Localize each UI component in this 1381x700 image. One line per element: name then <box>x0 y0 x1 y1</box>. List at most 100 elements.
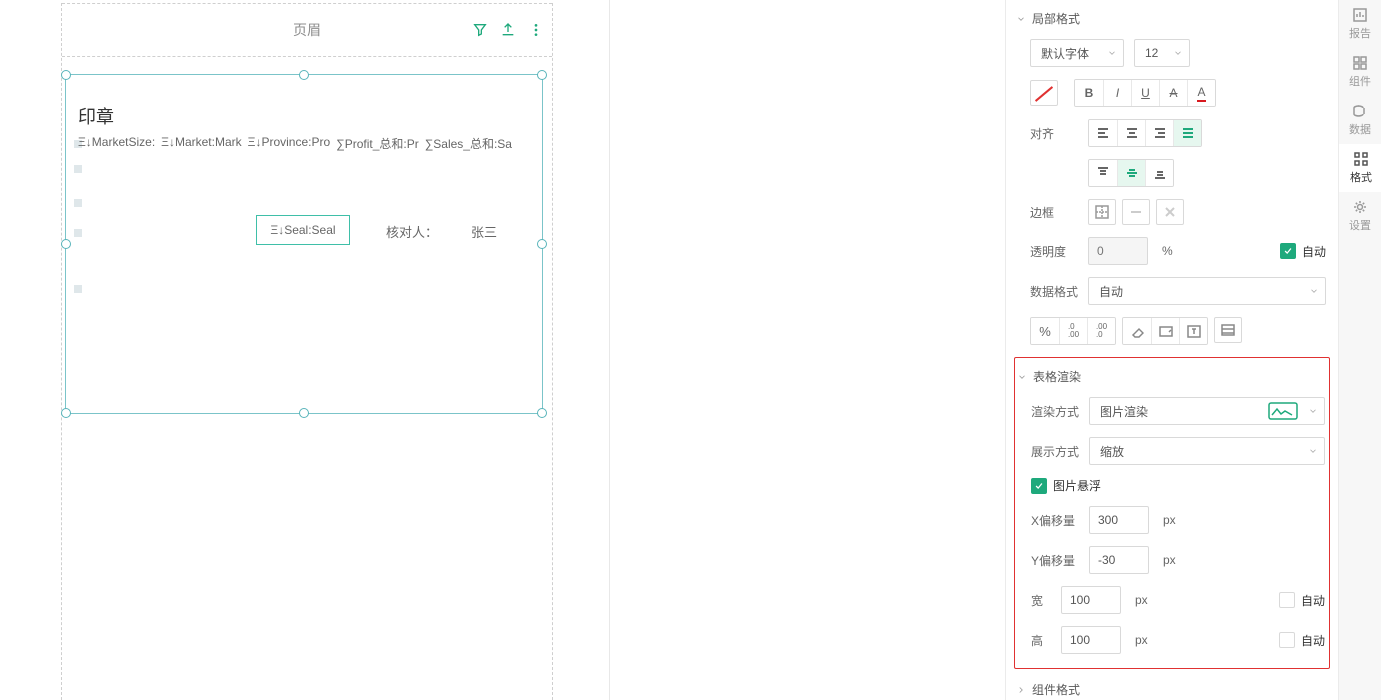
resize-handle-ne[interactable] <box>537 70 547 80</box>
border-color-button[interactable] <box>1156 199 1184 225</box>
rail-tab-component[interactable]: 组件 <box>1339 48 1381 96</box>
page-header-zone[interactable]: 页眉 <box>62 3 552 57</box>
format-group-b <box>1122 317 1208 345</box>
render-mode-select[interactable]: 图片渲染 <box>1089 397 1325 425</box>
height-auto-checkbox[interactable]: 自动 <box>1279 632 1325 649</box>
resize-handle-s[interactable] <box>299 408 309 418</box>
export-icon[interactable] <box>498 20 518 40</box>
width-auto-label: 自动 <box>1301 592 1325 609</box>
text-style-group: B I U A A <box>1074 79 1216 107</box>
field-chip[interactable]: ∑Profit_总和:Pr <box>336 135 419 152</box>
align-center-button[interactable] <box>1117 120 1145 146</box>
float-image-label: 图片悬浮 <box>1053 477 1101 494</box>
height-label: 高 <box>1031 632 1051 649</box>
h-align-group <box>1088 119 1202 147</box>
chevron-down-icon <box>1017 372 1027 382</box>
px-unit: px <box>1135 593 1148 607</box>
x-offset-row: X偏移量 px <box>1015 500 1329 540</box>
seal-cell-label: Ξ↓Seal:Seal <box>270 223 335 237</box>
section-label: 表格渲染 <box>1033 368 1081 385</box>
field-chip[interactable]: ∑Sales_总和:Sa <box>425 135 512 152</box>
width-input[interactable] <box>1061 586 1121 614</box>
border-style-button[interactable] <box>1122 199 1150 225</box>
checkbox-unchecked-icon <box>1279 632 1295 648</box>
valign-middle-button[interactable] <box>1117 160 1145 186</box>
chevron-right-icon <box>1016 685 1026 695</box>
font-size-value: 12 <box>1145 46 1158 60</box>
resize-handle-n[interactable] <box>299 70 309 80</box>
row-marker <box>74 229 82 237</box>
chevron-down-icon <box>1308 446 1318 456</box>
component-selection-frame[interactable]: 印章 Ξ↓MarketSize: Ξ↓Market:Mark Ξ↓Provinc… <box>65 74 543 414</box>
align-row: 对齐 <box>1014 113 1330 153</box>
y-offset-input[interactable] <box>1089 546 1149 574</box>
height-input[interactable] <box>1061 626 1121 654</box>
more-dots-icon[interactable] <box>526 20 546 40</box>
table-format-button[interactable] <box>1214 317 1242 343</box>
x-offset-label: X偏移量 <box>1031 512 1079 529</box>
strikethrough-button[interactable]: A <box>1159 80 1187 106</box>
chevron-down-icon <box>1016 14 1026 24</box>
seal-cell[interactable]: Ξ↓Seal:Seal <box>256 215 350 245</box>
increase-decimal-button[interactable]: .0.00 <box>1059 318 1087 344</box>
opacity-input[interactable] <box>1088 237 1148 265</box>
data-format-row: 数据格式 自动 <box>1014 271 1330 311</box>
valign-bottom-button[interactable] <box>1145 160 1173 186</box>
font-family-select[interactable]: 默认字体 <box>1030 39 1124 67</box>
eraser-icon[interactable] <box>1123 318 1151 344</box>
align-label: 对齐 <box>1030 125 1078 142</box>
rail-tab-report[interactable]: 报告 <box>1339 0 1381 48</box>
valign-top-button[interactable] <box>1089 160 1117 186</box>
bold-button[interactable]: B <box>1075 80 1103 106</box>
field-chip[interactable]: Ξ↓Market:Mark <box>161 135 241 152</box>
height-row: 高 px 自动 <box>1015 620 1329 660</box>
opacity-row: 透明度 % 自动 <box>1014 231 1330 271</box>
verifier-name: 张三 <box>471 222 497 241</box>
header-actions <box>470 20 546 40</box>
section-component-format[interactable]: 组件格式 <box>1014 675 1330 700</box>
border-row: 边框 <box>1014 193 1330 231</box>
data-format-select[interactable]: 自动 <box>1088 277 1326 305</box>
rail-tab-format[interactable]: 格式 <box>1339 144 1381 192</box>
float-image-checkbox[interactable]: 图片悬浮 <box>1031 477 1101 494</box>
border-all-button[interactable] <box>1088 199 1116 225</box>
resize-handle-w[interactable] <box>61 239 71 249</box>
italic-button[interactable]: I <box>1103 80 1131 106</box>
align-right-button[interactable] <box>1145 120 1173 146</box>
font-size-select[interactable]: 12 <box>1134 39 1190 67</box>
resize-handle-e[interactable] <box>537 239 547 249</box>
x-offset-input[interactable] <box>1089 506 1149 534</box>
align-left-button[interactable] <box>1089 120 1117 146</box>
resize-handle-sw[interactable] <box>61 408 71 418</box>
table-render-section-highlighted: 表格渲染 渲染方式 图片渲染 展示方式 缩放 图片悬浮 X偏移量 <box>1014 357 1330 669</box>
section-table-render[interactable]: 表格渲染 <box>1015 362 1329 391</box>
text-format-button[interactable] <box>1179 318 1207 344</box>
no-fill-swatch[interactable] <box>1030 80 1058 106</box>
field-chip[interactable]: Ξ↓Province:Pro <box>248 135 331 152</box>
align-justify-button[interactable] <box>1173 120 1201 146</box>
font-color-button[interactable]: A <box>1187 80 1215 106</box>
filter-icon[interactable] <box>470 20 490 40</box>
display-mode-select[interactable]: 缩放 <box>1089 437 1325 465</box>
decrease-decimal-button[interactable]: .00.0 <box>1087 318 1115 344</box>
resize-handle-se[interactable] <box>537 408 547 418</box>
float-image-row: 图片悬浮 <box>1015 471 1329 500</box>
width-auto-checkbox[interactable]: 自动 <box>1279 592 1325 609</box>
page-canvas[interactable]: 页眉 <box>61 3 553 700</box>
rail-tab-data[interactable]: 数据 <box>1339 96 1381 144</box>
image-icon <box>1268 402 1298 423</box>
percent-button[interactable]: % <box>1031 318 1059 344</box>
date-format-button[interactable] <box>1151 318 1179 344</box>
checkbox-checked-icon <box>1031 478 1047 494</box>
section-local-format[interactable]: 局部格式 <box>1014 4 1330 33</box>
rail-tab-settings[interactable]: 设置 <box>1339 192 1381 240</box>
property-panel: 局部格式 默认字体 12 B I U A A 对齐 <box>1005 0 1338 700</box>
row-marker <box>74 285 82 293</box>
resize-handle-nw[interactable] <box>61 70 71 80</box>
field-chip[interactable]: Ξ↓MarketSize: <box>78 135 155 152</box>
checkbox-checked-icon <box>1280 243 1296 259</box>
opacity-auto-checkbox[interactable]: 自动 <box>1280 243 1326 260</box>
underline-button[interactable]: U <box>1131 80 1159 106</box>
checkbox-unchecked-icon <box>1279 592 1295 608</box>
display-mode-label: 展示方式 <box>1031 443 1079 460</box>
